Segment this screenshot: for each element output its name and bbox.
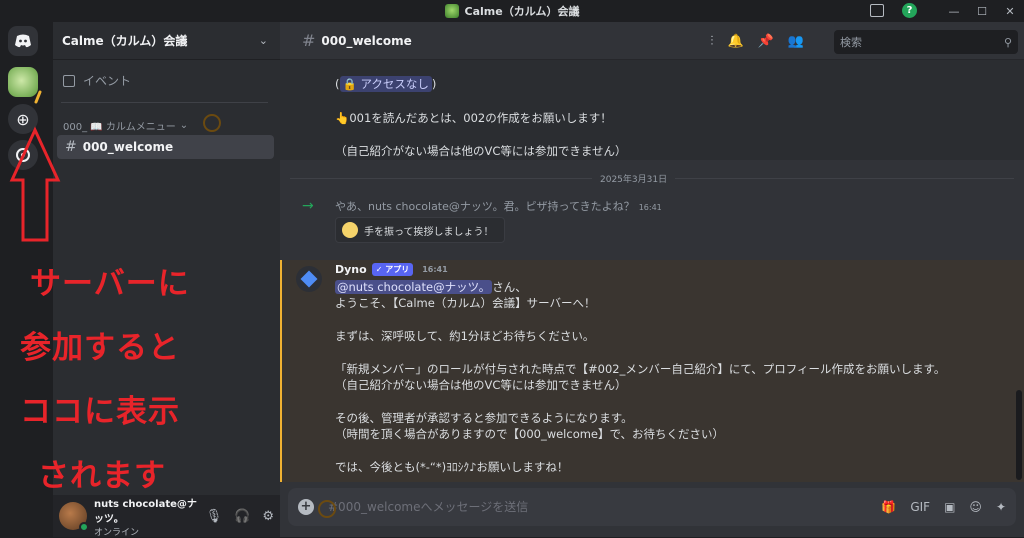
wave-sticker-icon [342, 222, 358, 238]
message-line: ようこそ、【Calme（カルム）会議】サーバーへ！ [335, 296, 596, 310]
sticker-icon[interactable]: ▣ [944, 500, 955, 514]
annotation-line-3: ココに表示 [20, 394, 180, 430]
gift-icon[interactable]: 🎁 [881, 500, 896, 514]
message-line: その後、管理者が承認すると参加できるようになります。 [335, 411, 633, 425]
search-placeholder: 検索 [840, 36, 862, 49]
maximize-icon[interactable]: ☐ [968, 5, 996, 18]
join-prefix: やあ、 [335, 200, 368, 213]
chat-area: # 000_welcome ⫶ 🔔 📌 👥 検索 ⚲ (🔒 アクセスなし) 👆0… [280, 22, 1024, 537]
chevron-down-icon: ⌄ [258, 34, 268, 47]
avatar[interactable] [59, 502, 89, 532]
join-user[interactable]: nuts chocolate@ナッツ [368, 200, 493, 213]
paren-open: ( [335, 77, 340, 91]
message-line: @nuts chocolate@ナッツ。 さん、 [335, 279, 527, 295]
gear-icon[interactable]: ⚙ [262, 509, 274, 524]
wave-button[interactable]: 手を振って挨拶しましょう！ [335, 217, 505, 243]
members-icon[interactable]: 👥 [788, 34, 804, 49]
minimize-icon[interactable]: — [940, 5, 968, 18]
user-panel: nuts chocolate@ナッツ。 オンライン 🎙 🎧 ⚙ [53, 495, 280, 538]
pin-icon[interactable]: 📌 [758, 34, 774, 49]
inbox-icon[interactable] [870, 4, 884, 17]
message-input[interactable] [328, 500, 882, 514]
help-icon[interactable]: ? [902, 3, 917, 18]
window-title: Calme（カルム）会議 [444, 3, 580, 19]
annotation-line-2: 参加すると [20, 330, 180, 366]
timestamp: 16:41 [422, 265, 448, 274]
message-line: まずは、深呼吸して、約1分ほどお待ちください。 [335, 329, 595, 343]
paren-close: ) [431, 77, 437, 91]
message-line: 「新規メンバー」のロールが付与された時点で【#002_メンバー自己紹介】にて、プ… [335, 362, 946, 376]
message-line: 👆001を読んだあとは、002の作成をお願いします！ [335, 111, 612, 125]
channel-title: 000_welcome [321, 33, 412, 48]
mention-suffix: さん、 [492, 280, 527, 294]
app-badge: ✓ アプリ [371, 263, 414, 276]
dyno-logo-icon [300, 270, 318, 288]
message-line: (🔒 アクセスなし) [335, 76, 436, 92]
highlight-ring [318, 500, 336, 518]
message-block: (🔒 アクセスなし) 👆001を読んだあとは、002の作成をお願いします！ （自… [280, 60, 1024, 160]
search-icon: ⚲ [1003, 35, 1012, 49]
user-name: nuts chocolate@ナッツ。 [94, 498, 197, 525]
emoji-icon[interactable]: ☺ [969, 500, 982, 514]
chevron-down-icon: ⌄ [179, 120, 189, 131]
highlight-ring [203, 114, 221, 132]
date-label: 2025年3月31日 [592, 172, 676, 185]
avatar[interactable] [296, 266, 322, 292]
hash-icon: # [302, 31, 316, 50]
header-toolbar: ⫶ 🔔 📌 👥 [710, 34, 804, 49]
wave-button-label: 手を振って挨拶しましょう！ [364, 226, 494, 238]
dyno-message: Dyno ✓ アプリ 16:41 @nuts chocolate@ナッツ。 さん、… [280, 260, 1024, 482]
access-badge: 🔒 アクセスなし [339, 76, 432, 92]
join-suffix: 。君。ピザ持ってきたよね？ [492, 200, 635, 213]
threads-icon[interactable]: ⫶ [710, 34, 713, 49]
message-composer: + 🎁 GIF ▣ ☺ ✦ [288, 488, 1016, 526]
close-icon[interactable]: ✕ [996, 5, 1024, 18]
attach-plus-icon[interactable]: + [298, 499, 314, 515]
red-arrow-annotation [9, 90, 61, 242]
join-arrow-icon: → [302, 198, 314, 214]
user-status: オンライン [94, 527, 140, 538]
headphones-icon[interactable]: 🎧 [234, 509, 250, 524]
timestamp: 16:41 [638, 203, 662, 212]
gif-icon[interactable]: GIF [910, 500, 930, 514]
window-title-text: Calme（カルム）会議 [464, 5, 580, 18]
annotation-line-1: サーバーに [30, 266, 190, 302]
annotation-line-4: されます [38, 458, 166, 494]
window-controls: — ☐ ✕ [940, 0, 1024, 22]
message-line: では、今後とも(*-“*)ﾖﾛｼｸ♪お願いしますね！ [335, 460, 569, 474]
search-input[interactable]: 検索 ⚲ [834, 30, 1018, 54]
message-line: （自己紹介がない場合は他のVC等には参加できません） [335, 378, 627, 392]
apps-icon[interactable]: ✦ [996, 500, 1006, 514]
message-line: （時間を頂く場合がありますので【000_welcome】で、お待ちください） [335, 427, 725, 441]
join-message: やあ、nuts chocolate@ナッツ。君。ピザ持ってきたよね？ 16:41 [335, 198, 662, 214]
scrollbar[interactable] [1016, 390, 1022, 480]
message-line: （自己紹介がない場合は他のVC等には参加できません） [335, 144, 627, 158]
author-name[interactable]: Dyno [335, 263, 367, 276]
bell-icon[interactable]: 🔔 [727, 34, 743, 49]
user-mention[interactable]: @nuts chocolate@ナッツ。 [335, 280, 493, 294]
server-icon [444, 4, 459, 18]
online-status-icon [79, 522, 89, 532]
microphone-icon[interactable]: 🎙 [206, 509, 223, 524]
